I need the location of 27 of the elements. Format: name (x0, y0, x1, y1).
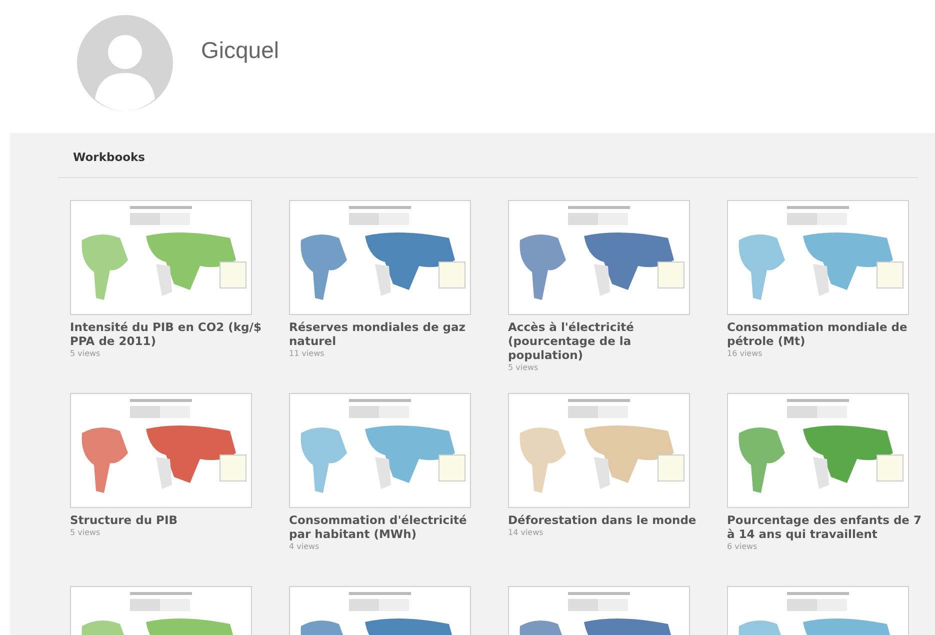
workbook-title[interactable]: Accès à l'électricité (pourcentage de la population) (508, 320, 708, 362)
avatar-silhouette-icon (77, 15, 173, 111)
workbook-title[interactable]: Réserves mondiales de gaz naturel (289, 320, 489, 348)
view-count: 11 views (289, 349, 326, 358)
map-thumbnail[interactable] (289, 393, 471, 508)
view-count: 16 views (727, 349, 764, 358)
map-thumbnail[interactable] (70, 393, 252, 508)
view-count: 5 views (508, 363, 540, 372)
workbook-title[interactable]: Consommation mondiale de pétrole (Mt) (727, 320, 927, 348)
map-thumbnail[interactable] (289, 200, 471, 315)
map-thumbnail[interactable] (70, 200, 252, 315)
view-count: 5 views (70, 349, 102, 358)
workbook-title[interactable]: Structure du PIB (70, 513, 270, 527)
section-title: Workbooks (73, 150, 146, 164)
profile-name: Gicquel (201, 37, 279, 64)
map-thumbnail[interactable] (727, 200, 909, 315)
view-count: 4 views (289, 542, 320, 551)
workbook-title[interactable]: Pourcentage des enfants de 7 à 14 ans qui travaillent (727, 513, 927, 541)
view-count: 6 views (727, 542, 758, 551)
workbook-title[interactable]: Déforestation dans le monde (508, 513, 708, 527)
workbook-title[interactable]: Consommation d'électricité par habitant (MWh) (289, 513, 489, 541)
map-thumbnail[interactable] (508, 393, 690, 508)
view-count: 5 views (70, 528, 102, 537)
map-thumbnail[interactable] (508, 200, 690, 315)
view-count: 14 views (508, 528, 544, 537)
workbook-title[interactable]: Intensité du PIB en CO2 (kg/$ PPA de 2011) (70, 320, 270, 348)
map-thumbnail[interactable] (727, 393, 909, 508)
